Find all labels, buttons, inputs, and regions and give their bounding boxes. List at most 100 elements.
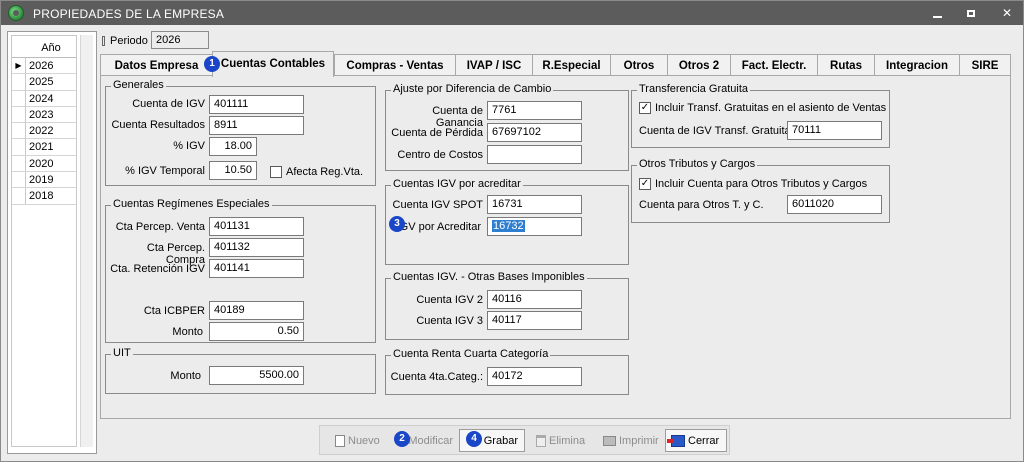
year-row[interactable]: 2023	[12, 106, 76, 124]
retencion-label: Cta. Retención IGV	[110, 263, 205, 275]
cuenta-igv-label: Cuenta de IGV	[132, 98, 205, 110]
igv2-field[interactable]: 40116	[487, 290, 582, 309]
igv-acreditar-value: 16732	[492, 220, 525, 232]
tab-integracion[interactable]: Integracion	[874, 54, 960, 76]
afecta-reg-vta-label: Afecta Reg.Vta.	[286, 166, 364, 178]
otros-tributos-legend: Otros Tributos y Cargos	[637, 158, 758, 170]
tab-fact-electr[interactable]: Fact. Electr.	[730, 54, 818, 76]
tab-otros[interactable]: Otros	[610, 54, 668, 76]
incluir-transf-checkbox[interactable]: ✓	[639, 102, 651, 114]
year-column-header[interactable]: Año	[12, 36, 76, 58]
retencion-field[interactable]: 401141	[209, 259, 304, 278]
period-field: 2026	[151, 31, 209, 49]
year-row[interactable]: 2024	[12, 90, 76, 107]
imprimir-button[interactable]: Imprimir	[597, 429, 661, 452]
maximize-button[interactable]	[953, 1, 989, 25]
nuevo-button[interactable]: Nuevo	[329, 429, 389, 452]
cuenta-resultados-label: Cuenta Resultados	[111, 119, 205, 131]
transferencia-legend: Transferencia Gratuita	[637, 83, 751, 95]
properties-window: PROPIEDADES DE LA EMPRESA ✕ Año ▶ 2026 20…	[0, 0, 1024, 462]
uit-monto-field[interactable]: 5500.00	[209, 366, 304, 385]
close-button[interactable]: ✕	[989, 1, 1024, 25]
period-indicator	[102, 36, 105, 46]
tab-cuentas-contables[interactable]: Cuentas Contables	[212, 51, 334, 77]
year-list-panel: Año ▶ 2026 2025 2024 2023 2022 2021 2020 …	[7, 31, 97, 454]
igv-acreditar-legend: Cuentas IGV por acreditar	[391, 178, 523, 190]
incluir-otros-tributos-checkbox[interactable]: ✓	[639, 178, 651, 190]
pct-igv-temporal-field[interactable]: 10.50	[209, 161, 257, 180]
year-row[interactable]: ▶ 2026	[12, 58, 76, 75]
perdida-field[interactable]: 67697102	[487, 123, 582, 142]
incluir-otros-tributos-label: Incluir Cuenta para Otros Tributos y Car…	[655, 178, 868, 190]
year-grid: Año ▶ 2026 2025 2024 2023 2022 2021 2020 …	[11, 35, 77, 447]
year-row[interactable]: 2025	[12, 74, 76, 91]
tab-datos-empresa[interactable]: Datos Empresa	[100, 54, 213, 76]
incluir-transf-label: Incluir Transf. Gratuitas en el asiento …	[655, 102, 887, 114]
tab-strip: Datos Empresa Cuentas Contables Compras …	[100, 51, 1011, 77]
percep-venta-field[interactable]: 401131	[209, 217, 304, 236]
otros-tributos-cuenta-field[interactable]: 6011020	[787, 195, 882, 214]
new-document-icon	[335, 435, 345, 448]
title-bar: PROPIEDADES DE LA EMPRESA ✕	[1, 1, 1023, 25]
year-row[interactable]: 2018	[12, 188, 76, 205]
igv3-label: Cuenta IGV 3	[416, 315, 483, 327]
uit-legend: UIT	[111, 347, 133, 359]
percep-compra-field[interactable]: 401132	[209, 238, 304, 257]
window-title: PROPIEDADES DE LA EMPRESA	[33, 7, 225, 21]
igv2-label: Cuenta IGV 2	[416, 294, 483, 306]
tab-otros-2[interactable]: Otros 2	[667, 54, 731, 76]
tab-compras-ventas[interactable]: Compras - Ventas	[334, 54, 456, 76]
ganancia-label: Cuenta de Ganancia	[432, 105, 483, 129]
step-badge-4: 4	[466, 431, 482, 447]
cerrar-button[interactable]: Cerrar	[665, 429, 727, 452]
generales-legend: Generales	[111, 79, 166, 91]
cuenta-igv-field[interactable]: 401111	[209, 95, 304, 114]
year-row[interactable]: 2021	[12, 139, 76, 156]
regimenes-legend: Cuentas Regímenes Especiales	[111, 198, 272, 210]
igv3-field[interactable]: 40117	[487, 311, 582, 330]
perdida-label: Cuenta de Pérdida	[391, 127, 483, 139]
centro-costos-label: Centro de Costos	[397, 149, 483, 161]
renta-cuarta-field[interactable]: 40172	[487, 367, 582, 386]
monto-icbper-label: Monto	[172, 326, 203, 338]
transf-cuenta-label: Cuenta de IGV Transf. Gratuita	[639, 125, 791, 137]
tab-r-especial[interactable]: R.Especial	[532, 54, 611, 76]
igv-acreditar-field[interactable]: 16732	[487, 217, 582, 236]
otros-tributos-group: Otros Tributos y Cargos	[631, 158, 890, 223]
step-badge-1: 1	[204, 56, 220, 72]
step-badge-3: 3	[389, 216, 405, 232]
ajuste-legend: Ajuste por Diferencia de Cambio	[391, 83, 554, 95]
igv-spot-field[interactable]: 16731	[487, 195, 582, 214]
icbper-label: Cta ICBPER	[143, 305, 205, 317]
tab-rutas[interactable]: Rutas	[817, 54, 875, 76]
ganancia-field[interactable]: 7761	[487, 101, 582, 120]
row-pointer-icon: ▶	[12, 58, 26, 74]
transf-cuenta-field[interactable]: 70111	[787, 121, 882, 140]
exit-icon	[667, 435, 685, 448]
elimina-button[interactable]: Elimina	[530, 429, 592, 452]
year-row[interactable]: 2019	[12, 172, 76, 189]
afecta-reg-vta-checkbox[interactable]	[270, 166, 282, 178]
minimize-button[interactable]	[919, 1, 955, 25]
pct-igv-label: % IGV	[173, 140, 205, 152]
monto-icbper-field[interactable]: 0.50	[209, 322, 304, 341]
pct-igv-temporal-label: % IGV Temporal	[125, 165, 205, 177]
renta-cuarta-label: Cuenta 4ta.Categ.:	[390, 371, 483, 383]
otras-bases-group: Cuentas IGV. - Otras Bases Imponibles	[385, 271, 629, 340]
tab-ivap-isc[interactable]: IVAP / ISC	[455, 54, 533, 76]
year-row[interactable]: 2020	[12, 155, 76, 173]
bottom-toolbar: Nuevo Modificar Grabar Elimina Imprimir …	[319, 425, 730, 455]
year-row[interactable]: 2022	[12, 123, 76, 140]
pct-igv-field[interactable]: 18.00	[209, 137, 257, 156]
renta-cuarta-legend: Cuenta Renta Cuarta Categoría	[391, 348, 551, 360]
year-list-scrollbar[interactable]	[80, 35, 93, 447]
icbper-field[interactable]: 40189	[209, 301, 304, 320]
period-label: Periodo	[110, 35, 148, 47]
percep-venta-label: Cta Percep. Venta	[115, 221, 205, 233]
maximize-icon	[967, 10, 975, 18]
tab-sire[interactable]: SIRE	[959, 54, 1011, 76]
centro-costos-field[interactable]	[487, 145, 582, 164]
printer-icon	[603, 436, 616, 447]
cuenta-resultados-field[interactable]: 8911	[209, 116, 304, 135]
uit-monto-label: Monto	[170, 370, 201, 382]
